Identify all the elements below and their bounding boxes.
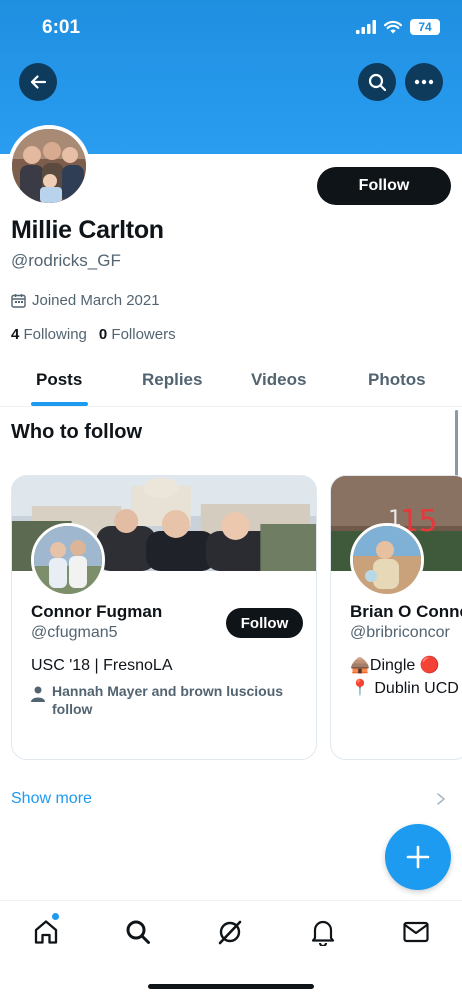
profile-handle: @rodricks_GF bbox=[11, 251, 121, 270]
suggestion-avatar[interactable] bbox=[350, 523, 424, 597]
back-button[interactable] bbox=[19, 63, 57, 101]
following-stat[interactable]: 4 Following bbox=[11, 326, 87, 343]
nav-grok[interactable] bbox=[215, 917, 245, 947]
profile-tabs: Posts Replies Videos Photos bbox=[0, 360, 462, 407]
battery-level: 74 bbox=[418, 20, 432, 34]
nav-search[interactable] bbox=[123, 917, 153, 947]
more-options-button[interactable] bbox=[405, 63, 443, 101]
home-indicator[interactable] bbox=[148, 984, 314, 989]
envelope-icon bbox=[403, 921, 429, 943]
status-icons: 74 bbox=[356, 19, 440, 35]
suggestion-bio-line: 🛖Dingle 🔴 bbox=[350, 657, 440, 674]
search-button[interactable] bbox=[358, 63, 396, 101]
plus-icon bbox=[406, 845, 430, 869]
suggestion-follow-button[interactable]: Follow bbox=[226, 608, 303, 638]
suggestion-bio: 🛖Dingle 🔴 📍 Dublin UCD bbox=[350, 654, 459, 700]
home-icon bbox=[34, 920, 58, 944]
more-icon bbox=[414, 79, 434, 85]
suggestion-name[interactable]: Connor Fugman bbox=[31, 602, 162, 622]
followers-stat[interactable]: 0 Followers bbox=[99, 326, 176, 343]
follow-button[interactable]: Follow bbox=[317, 167, 451, 205]
tab-videos[interactable]: Videos bbox=[251, 370, 306, 390]
wifi-icon bbox=[384, 20, 402, 34]
nav-messages[interactable] bbox=[401, 917, 431, 947]
profile-avatar[interactable] bbox=[8, 125, 90, 207]
tab-photos[interactable]: Photos bbox=[368, 370, 426, 390]
active-tab-indicator bbox=[31, 402, 88, 406]
chevron-right-icon[interactable] bbox=[436, 792, 446, 806]
show-more-link[interactable]: Show more bbox=[11, 790, 92, 808]
suggestion-handle: @bribriconcor bbox=[350, 624, 450, 641]
social-context-text: Hannah Mayer and brown luscious follow bbox=[52, 683, 284, 717]
calendar-icon bbox=[11, 294, 26, 308]
suggestion-name[interactable]: Brian O Conne bbox=[350, 602, 462, 622]
suggestion-bio: USC '18 | FresnoLA bbox=[31, 657, 173, 674]
suggestion-social-context: Hannah Mayer and brown luscious follow bbox=[31, 682, 291, 718]
suggestion-card[interactable]: Connor Fugman @cfugman5 Follow USC '18 |… bbox=[11, 475, 317, 760]
suggestion-card[interactable]: 15 1 Brian O Conne @bribriconcor 🛖Dingle… bbox=[330, 475, 462, 760]
suggestion-bio-line: 📍 Dublin UCD bbox=[350, 680, 459, 697]
nav-notifications[interactable] bbox=[308, 917, 338, 947]
followers-count: 0 bbox=[98, 326, 108, 343]
home-notification-dot bbox=[52, 913, 59, 920]
profile-name: Millie Carlton bbox=[11, 216, 164, 244]
battery-icon: 74 bbox=[410, 19, 440, 35]
bell-icon bbox=[311, 920, 335, 946]
arrow-left-icon bbox=[30, 75, 47, 89]
person-icon bbox=[31, 686, 45, 702]
suggestion-avatar[interactable] bbox=[31, 523, 105, 597]
status-time: 6:01 bbox=[42, 17, 81, 38]
who-to-follow-title: Who to follow bbox=[11, 421, 143, 443]
tab-posts[interactable]: Posts bbox=[36, 370, 82, 390]
suggestion-avatar-image bbox=[353, 526, 421, 594]
status-bar: 6:01 74 bbox=[0, 0, 462, 58]
joined-text: Joined March 2021 bbox=[32, 292, 160, 309]
following-count: 4 bbox=[11, 326, 20, 343]
nav-home[interactable] bbox=[31, 917, 61, 947]
followers-label: Followers bbox=[111, 326, 176, 343]
signal-icon bbox=[356, 20, 376, 34]
suggestion-handle: @cfugman5 bbox=[31, 624, 118, 641]
follow-stats: 4 Following 0 Followers bbox=[11, 326, 176, 343]
following-label: Following bbox=[23, 326, 87, 343]
joined-date: Joined March 2021 bbox=[11, 292, 160, 309]
search-icon bbox=[126, 920, 150, 944]
profile-avatar-image bbox=[12, 129, 86, 203]
compose-button[interactable] bbox=[385, 824, 451, 890]
search-icon bbox=[368, 73, 386, 91]
grok-icon bbox=[218, 920, 242, 945]
suggestion-avatar-image bbox=[34, 526, 102, 594]
tab-replies[interactable]: Replies bbox=[142, 370, 202, 390]
